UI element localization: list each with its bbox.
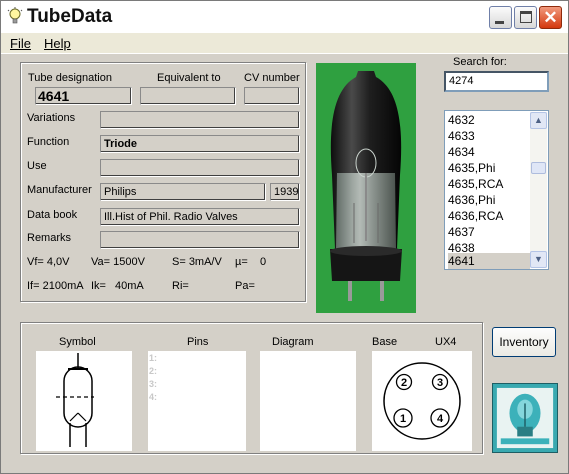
diagram-label: Diagram: [272, 336, 314, 348]
minimize-icon: [495, 21, 504, 24]
equivalent-field[interactable]: [140, 87, 236, 105]
base-type-label: UX4: [435, 336, 457, 348]
list-item[interactable]: 4635,Phi: [448, 160, 530, 176]
base-panel: 2 3 1 4: [372, 351, 472, 451]
data-book-label: Data book: [27, 209, 78, 221]
scroll-down-button[interactable]: ▼: [530, 251, 547, 268]
param-pa: Pa=: [235, 280, 255, 292]
param-ik-value: 40mA: [115, 280, 144, 292]
manufacturer-field[interactable]: Philips: [100, 183, 266, 201]
tube-list[interactable]: 4632 4633 4634 4635,Phi 4635,RCA 4636,Ph…: [444, 110, 549, 270]
tube-photo: [316, 63, 416, 313]
minimize-button[interactable]: [489, 6, 512, 29]
use-label: Use: [27, 160, 47, 172]
year-field[interactable]: 1939: [270, 183, 300, 201]
cv-number-field[interactable]: [244, 87, 300, 105]
base-label: Base: [372, 336, 398, 348]
use-field[interactable]: [100, 159, 300, 177]
equivalent-label: Equivalent to: [157, 72, 221, 84]
base-pin-label: 3: [437, 377, 443, 389]
pins-panel: 1: 2: 3: 4:: [148, 351, 246, 451]
menu-file-label: File: [10, 36, 31, 51]
menu-file[interactable]: File: [10, 36, 31, 51]
diagram-panel: [260, 351, 356, 451]
maximize-button[interactable]: [514, 6, 537, 29]
base-pin-label: 4: [437, 413, 444, 425]
title-bar[interactable]: TubeData ✕: [1, 1, 568, 33]
symbol-panel: [36, 351, 132, 451]
list-item[interactable]: 4633: [448, 128, 530, 144]
pin-number: 1:: [149, 353, 158, 363]
menu-bar: File Help: [1, 33, 568, 53]
list-item[interactable]: 4637: [448, 224, 530, 240]
function-label: Function: [27, 136, 70, 148]
param-ik: Ik=: [91, 280, 106, 292]
base-pin-label: 2: [401, 377, 407, 389]
pins-label: Pins: [187, 336, 209, 348]
param-mu-value: 0: [260, 256, 267, 268]
variations-field[interactable]: [100, 111, 300, 129]
triode-symbol-icon: [56, 353, 94, 447]
list-item[interactable]: 4634: [448, 144, 530, 160]
symbol-label: Symbol: [59, 336, 96, 348]
param-vf: Vf= 4,0V: [27, 256, 70, 268]
menu-help[interactable]: Help: [44, 36, 71, 51]
param-mu: µ=: [235, 256, 248, 268]
param-if: If= 2100mA: [27, 280, 84, 292]
lightbulb-icon: [7, 7, 23, 24]
remarks-field[interactable]: [100, 231, 300, 249]
list-item[interactable]: 4632: [448, 112, 530, 128]
base-ux4-diagram: 2 3 1 4: [383, 362, 461, 440]
inventory-button[interactable]: Inventory: [492, 327, 556, 357]
search-input[interactable]: 4274: [444, 71, 549, 92]
param-va: Va= 1500V: [91, 256, 145, 268]
scroll-up-button[interactable]: ▲: [530, 112, 547, 129]
param-ri: Ri=: [172, 280, 189, 292]
list-item[interactable]: 4636,Phi: [448, 192, 530, 208]
close-icon: ✕: [543, 8, 558, 27]
menu-help-label: Help: [44, 36, 71, 51]
app-window: TubeData ✕ File Help Tube designation Eq…: [0, 0, 569, 474]
cv-number-label: CV number: [244, 72, 300, 84]
list-scrollbar[interactable]: ▲ ▼: [530, 112, 547, 268]
variations-label: Variations: [27, 112, 76, 124]
param-s: S= 3mA/V: [172, 256, 222, 268]
search-label: Search for:: [453, 56, 507, 68]
tube-designation-field[interactable]: 4641: [35, 87, 132, 105]
scroll-thumb[interactable]: [531, 162, 546, 174]
main-content: Tube designation Equivalent to CV number…: [1, 53, 568, 473]
maximize-icon: [520, 11, 532, 23]
remarks-label: Remarks: [27, 232, 72, 244]
pin-number: 2:: [149, 366, 158, 376]
tube-designation-label: Tube designation: [28, 72, 112, 84]
manufacturer-label: Manufacturer: [27, 184, 92, 196]
app-logo: [492, 383, 558, 453]
function-field[interactable]: Triode: [100, 135, 300, 153]
window-title: TubeData: [27, 6, 113, 27]
chevron-down-icon: ▼: [534, 254, 543, 264]
base-pin-label: 1: [400, 413, 406, 425]
tube-details-group: Tube designation Equivalent to CV number…: [20, 62, 306, 302]
list-item[interactable]: 4635,RCA: [448, 176, 530, 192]
list-item-selected[interactable]: 4641: [448, 253, 530, 269]
pin-number: 3:: [149, 379, 158, 389]
chevron-up-icon: ▲: [534, 115, 543, 125]
pin-number: 4:: [149, 392, 158, 402]
close-button[interactable]: ✕: [539, 6, 562, 29]
data-book-field[interactable]: Ill.Hist of Phil. Radio Valves: [100, 208, 300, 226]
list-item[interactable]: 4636,RCA: [448, 208, 530, 224]
